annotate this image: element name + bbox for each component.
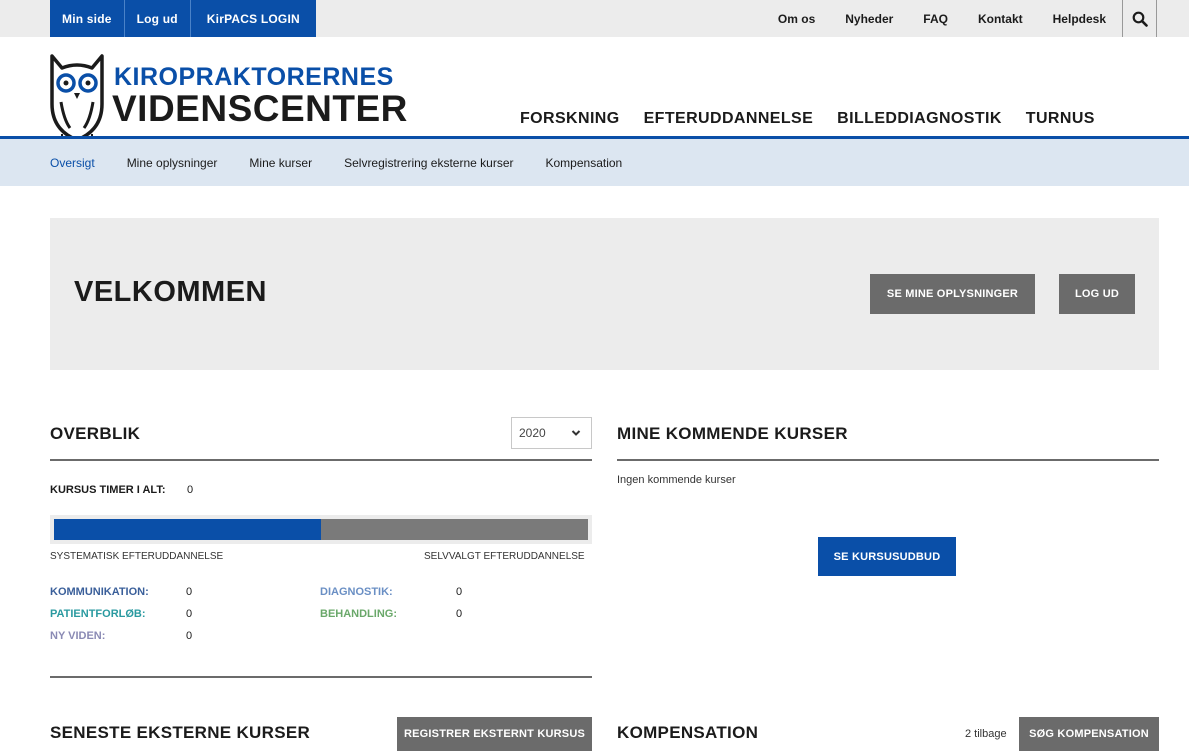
- compensation-title: KOMPENSATION: [617, 723, 759, 742]
- year-select-value: 2020: [519, 426, 546, 440]
- see-course-offer-button[interactable]: SE KURSUSUDBUD: [818, 537, 956, 576]
- subnav-item-oversigt[interactable]: Oversigt: [50, 156, 95, 170]
- overview-title: OVERBLIK: [50, 424, 141, 443]
- welcome-title: VELKOMMEN: [74, 276, 267, 308]
- faq-link[interactable]: FAQ: [923, 12, 948, 26]
- site-logo[interactable]: KIROPRAKTORERNES VIDENSCENTER: [48, 54, 407, 146]
- main-nav-label: BILLEDDIAGNOSTIK: [837, 110, 1002, 127]
- upcoming-courses-divider: [617, 459, 1159, 461]
- chevron-down-icon: [571, 430, 581, 436]
- utility-links: Om os Nyheder FAQ Kontakt Helpdesk: [778, 0, 1157, 37]
- external-courses-title: SENESTE EKSTERNE KURSER: [50, 723, 311, 742]
- logout-top-button[interactable]: Log ud: [124, 0, 191, 37]
- see-my-info-button[interactable]: SE MINE OPLYSNINGER: [870, 274, 1035, 314]
- compensation-remaining: 2 tilbage: [965, 728, 1007, 740]
- systematic-caption: SYSTEMATISK EFTERUDDANNELSE: [50, 551, 224, 562]
- stat-kommunikation-label: KOMMUNIKATION:: [50, 586, 149, 598]
- logout-button[interactable]: LOG UD: [1059, 274, 1135, 314]
- search-icon: [1132, 11, 1148, 27]
- logo-text-bottom: VIDENSCENTER: [112, 88, 408, 129]
- sub-navigation: Oversigt Mine oplysninger Mine kurser Se…: [0, 139, 1189, 186]
- stat-patientforloeb-value: 0: [186, 608, 193, 620]
- my-page-button[interactable]: Min side: [50, 0, 125, 37]
- about-link[interactable]: Om os: [778, 12, 815, 26]
- main-nav-label: TURNUS: [1025, 110, 1095, 127]
- main-nav-label: EFTERUDDANNELSE: [643, 110, 814, 127]
- contact-link[interactable]: Kontakt: [978, 12, 1023, 26]
- selvvalgt-caption: SELVVALGT EFTERUDDANNELSE: [424, 551, 585, 562]
- top-utility-bar: Min side Log ud KirPACS LOGIN Om os Nyhe…: [0, 0, 1189, 37]
- subnav-item-mine-oplysninger[interactable]: Mine oplysninger: [127, 156, 218, 170]
- search-button[interactable]: [1122, 0, 1157, 37]
- stat-behandling-value: 0: [456, 608, 463, 620]
- welcome-panel: VELKOMMEN SE MINE OPLYSNINGER LOG UD: [50, 218, 1159, 370]
- systematic-progress-fill: [54, 519, 321, 540]
- stat-ny-viden-label: NY VIDEN:: [50, 630, 106, 642]
- course-hours-value: 0: [187, 484, 194, 496]
- upcoming-courses-title: MINE KOMMENDE KURSER: [617, 424, 848, 443]
- news-link[interactable]: Nyheder: [845, 12, 893, 26]
- stat-diagnostik-label: DIAGNOSTIK:: [320, 586, 393, 598]
- apply-compensation-button[interactable]: SØG KOMPENSATION: [1019, 717, 1159, 751]
- stat-kommunikation-value: 0: [186, 586, 193, 598]
- stat-diagnostik-value: 0: [456, 586, 463, 598]
- overview-bottom-divider: [50, 676, 592, 678]
- year-select[interactable]: 2020: [511, 417, 592, 449]
- overview-divider: [50, 459, 592, 461]
- course-hours-label: KURSUS TIMER I ALT:: [50, 484, 166, 496]
- stat-behandling-label: BEHANDLING:: [320, 608, 397, 620]
- kirpacs-login-button[interactable]: KirPACS LOGIN: [190, 0, 316, 37]
- main-nav-label: FORSKNING: [520, 110, 620, 127]
- account-buttons: Min side Log ud KirPACS LOGIN: [50, 0, 316, 37]
- education-progress-bar: [50, 515, 592, 544]
- owl-logo-icon: [50, 54, 104, 144]
- no-upcoming-courses-text: Ingen kommende kurser: [617, 474, 736, 486]
- stat-patientforloeb-label: PATIENTFORLØB:: [50, 608, 146, 620]
- subnav-item-kompensation[interactable]: Kompensation: [546, 156, 623, 170]
- stat-ny-viden-value: 0: [186, 630, 193, 642]
- subnav-item-selvregistrering[interactable]: Selvregistrering eksterne kurser: [344, 156, 513, 170]
- subnav-item-mine-kurser[interactable]: Mine kurser: [249, 156, 312, 170]
- helpdesk-link[interactable]: Helpdesk: [1053, 12, 1106, 26]
- register-external-course-button[interactable]: REGISTRER EKSTERNT KURSUS: [397, 717, 592, 751]
